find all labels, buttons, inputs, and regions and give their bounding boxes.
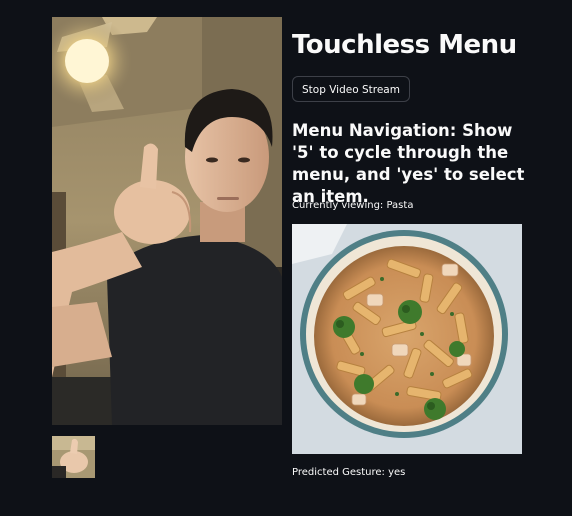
currently-viewing-label: Currently viewing: Pasta — [292, 200, 414, 211]
app-page: Touchless Menu Stop Video Stream Menu Na… — [0, 0, 572, 516]
stop-video-stream-button[interactable]: Stop Video Stream — [292, 76, 410, 102]
menu-item-image — [292, 224, 522, 454]
predicted-gesture-label: Predicted Gesture: yes — [292, 467, 406, 478]
gesture-thumbnail — [52, 436, 95, 478]
webcam-feed — [52, 17, 282, 425]
page-title: Touchless Menu — [292, 30, 517, 60]
menu-navigation-instructions: Menu Navigation: Show '5' to cycle throu… — [292, 121, 525, 206]
